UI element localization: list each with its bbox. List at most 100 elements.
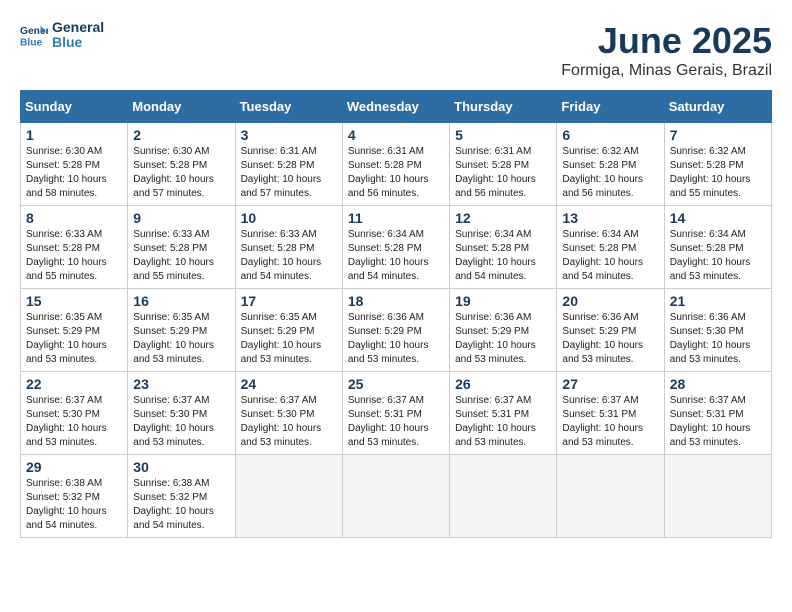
day-number: 5 — [455, 127, 551, 143]
day-number: 21 — [670, 293, 766, 309]
day-number: 13 — [562, 210, 658, 226]
table-row — [664, 455, 771, 538]
location-title: Formiga, Minas Gerais, Brazil — [561, 62, 772, 80]
table-row: 5 Sunrise: 6:31 AMSunset: 5:28 PMDayligh… — [450, 123, 557, 206]
day-number: 7 — [670, 127, 766, 143]
day-info: Sunrise: 6:31 AMSunset: 5:28 PMDaylight:… — [241, 145, 337, 201]
day-info: Sunrise: 6:31 AMSunset: 5:28 PMDaylight:… — [348, 145, 444, 201]
day-info: Sunrise: 6:37 AMSunset: 5:31 PMDaylight:… — [348, 394, 444, 450]
day-info: Sunrise: 6:35 AMSunset: 5:29 PMDaylight:… — [241, 311, 337, 367]
table-row: 9 Sunrise: 6:33 AMSunset: 5:28 PMDayligh… — [128, 206, 235, 289]
day-number: 10 — [241, 210, 337, 226]
table-row: 28 Sunrise: 6:37 AMSunset: 5:31 PMDaylig… — [664, 372, 771, 455]
day-number: 2 — [133, 127, 229, 143]
table-row — [235, 455, 342, 538]
logo-icon: General Blue — [20, 21, 48, 49]
day-info: Sunrise: 6:31 AMSunset: 5:28 PMDaylight:… — [455, 145, 551, 201]
day-info: Sunrise: 6:38 AMSunset: 5:32 PMDaylight:… — [133, 477, 229, 533]
day-number: 14 — [670, 210, 766, 226]
table-row: 10 Sunrise: 6:33 AMSunset: 5:28 PMDaylig… — [235, 206, 342, 289]
day-number: 27 — [562, 376, 658, 392]
day-info: Sunrise: 6:37 AMSunset: 5:30 PMDaylight:… — [26, 394, 122, 450]
day-number: 24 — [241, 376, 337, 392]
day-info: Sunrise: 6:37 AMSunset: 5:30 PMDaylight:… — [241, 394, 337, 450]
table-row — [557, 455, 664, 538]
table-row: 2 Sunrise: 6:30 AMSunset: 5:28 PMDayligh… — [128, 123, 235, 206]
day-info: Sunrise: 6:35 AMSunset: 5:29 PMDaylight:… — [26, 311, 122, 367]
day-info: Sunrise: 6:38 AMSunset: 5:32 PMDaylight:… — [26, 477, 122, 533]
col-sunday: Sunday — [21, 91, 128, 123]
day-info: Sunrise: 6:34 AMSunset: 5:28 PMDaylight:… — [670, 228, 766, 284]
day-info: Sunrise: 6:36 AMSunset: 5:29 PMDaylight:… — [455, 311, 551, 367]
table-row: 26 Sunrise: 6:37 AMSunset: 5:31 PMDaylig… — [450, 372, 557, 455]
calendar-table: Sunday Monday Tuesday Wednesday Thursday… — [20, 90, 772, 538]
day-number: 15 — [26, 293, 122, 309]
day-number: 25 — [348, 376, 444, 392]
day-info: Sunrise: 6:36 AMSunset: 5:29 PMDaylight:… — [348, 311, 444, 367]
day-number: 20 — [562, 293, 658, 309]
day-info: Sunrise: 6:35 AMSunset: 5:29 PMDaylight:… — [133, 311, 229, 367]
col-wednesday: Wednesday — [342, 91, 449, 123]
col-thursday: Thursday — [450, 91, 557, 123]
table-row: 25 Sunrise: 6:37 AMSunset: 5:31 PMDaylig… — [342, 372, 449, 455]
table-row: 20 Sunrise: 6:36 AMSunset: 5:29 PMDaylig… — [557, 289, 664, 372]
table-row: 21 Sunrise: 6:36 AMSunset: 5:30 PMDaylig… — [664, 289, 771, 372]
day-number: 29 — [26, 459, 122, 475]
calendar-row: 22 Sunrise: 6:37 AMSunset: 5:30 PMDaylig… — [21, 372, 772, 455]
month-title: June 2025 — [561, 20, 772, 62]
table-row: 15 Sunrise: 6:35 AMSunset: 5:29 PMDaylig… — [21, 289, 128, 372]
day-number: 1 — [26, 127, 122, 143]
table-row: 24 Sunrise: 6:37 AMSunset: 5:30 PMDaylig… — [235, 372, 342, 455]
logo-text-general: General — [52, 20, 104, 35]
day-number: 17 — [241, 293, 337, 309]
table-row: 16 Sunrise: 6:35 AMSunset: 5:29 PMDaylig… — [128, 289, 235, 372]
day-number: 6 — [562, 127, 658, 143]
table-row: 17 Sunrise: 6:35 AMSunset: 5:29 PMDaylig… — [235, 289, 342, 372]
col-tuesday: Tuesday — [235, 91, 342, 123]
table-row: 12 Sunrise: 6:34 AMSunset: 5:28 PMDaylig… — [450, 206, 557, 289]
logo-text-blue: Blue — [52, 35, 104, 50]
day-info: Sunrise: 6:36 AMSunset: 5:29 PMDaylight:… — [562, 311, 658, 367]
table-row — [450, 455, 557, 538]
page-header: General Blue General Blue June 2025 Form… — [20, 20, 772, 80]
table-row: 6 Sunrise: 6:32 AMSunset: 5:28 PMDayligh… — [557, 123, 664, 206]
day-number: 26 — [455, 376, 551, 392]
title-block: June 2025 Formiga, Minas Gerais, Brazil — [561, 20, 772, 80]
day-info: Sunrise: 6:33 AMSunset: 5:28 PMDaylight:… — [241, 228, 337, 284]
table-row: 3 Sunrise: 6:31 AMSunset: 5:28 PMDayligh… — [235, 123, 342, 206]
table-row: 18 Sunrise: 6:36 AMSunset: 5:29 PMDaylig… — [342, 289, 449, 372]
day-number: 28 — [670, 376, 766, 392]
day-info: Sunrise: 6:37 AMSunset: 5:31 PMDaylight:… — [562, 394, 658, 450]
day-info: Sunrise: 6:34 AMSunset: 5:28 PMDaylight:… — [562, 228, 658, 284]
day-info: Sunrise: 6:33 AMSunset: 5:28 PMDaylight:… — [133, 228, 229, 284]
table-row: 14 Sunrise: 6:34 AMSunset: 5:28 PMDaylig… — [664, 206, 771, 289]
table-row: 1 Sunrise: 6:30 AMSunset: 5:28 PMDayligh… — [21, 123, 128, 206]
day-info: Sunrise: 6:34 AMSunset: 5:28 PMDaylight:… — [455, 228, 551, 284]
day-number: 19 — [455, 293, 551, 309]
table-row: 19 Sunrise: 6:36 AMSunset: 5:29 PMDaylig… — [450, 289, 557, 372]
calendar-row: 29 Sunrise: 6:38 AMSunset: 5:32 PMDaylig… — [21, 455, 772, 538]
day-info: Sunrise: 6:32 AMSunset: 5:28 PMDaylight:… — [670, 145, 766, 201]
day-number: 18 — [348, 293, 444, 309]
day-number: 23 — [133, 376, 229, 392]
calendar-header-row: Sunday Monday Tuesday Wednesday Thursday… — [21, 91, 772, 123]
calendar-row: 8 Sunrise: 6:33 AMSunset: 5:28 PMDayligh… — [21, 206, 772, 289]
day-number: 30 — [133, 459, 229, 475]
day-info: Sunrise: 6:36 AMSunset: 5:30 PMDaylight:… — [670, 311, 766, 367]
table-row: 8 Sunrise: 6:33 AMSunset: 5:28 PMDayligh… — [21, 206, 128, 289]
table-row: 7 Sunrise: 6:32 AMSunset: 5:28 PMDayligh… — [664, 123, 771, 206]
table-row: 13 Sunrise: 6:34 AMSunset: 5:28 PMDaylig… — [557, 206, 664, 289]
day-info: Sunrise: 6:37 AMSunset: 5:30 PMDaylight:… — [133, 394, 229, 450]
day-info: Sunrise: 6:30 AMSunset: 5:28 PMDaylight:… — [26, 145, 122, 201]
day-info: Sunrise: 6:32 AMSunset: 5:28 PMDaylight:… — [562, 145, 658, 201]
table-row: 11 Sunrise: 6:34 AMSunset: 5:28 PMDaylig… — [342, 206, 449, 289]
col-friday: Friday — [557, 91, 664, 123]
logo: General Blue General Blue — [20, 20, 104, 51]
day-info: Sunrise: 6:37 AMSunset: 5:31 PMDaylight:… — [670, 394, 766, 450]
svg-text:Blue: Blue — [20, 38, 43, 49]
col-monday: Monday — [128, 91, 235, 123]
day-number: 11 — [348, 210, 444, 226]
table-row: 30 Sunrise: 6:38 AMSunset: 5:32 PMDaylig… — [128, 455, 235, 538]
calendar-row: 1 Sunrise: 6:30 AMSunset: 5:28 PMDayligh… — [21, 123, 772, 206]
day-number: 22 — [26, 376, 122, 392]
